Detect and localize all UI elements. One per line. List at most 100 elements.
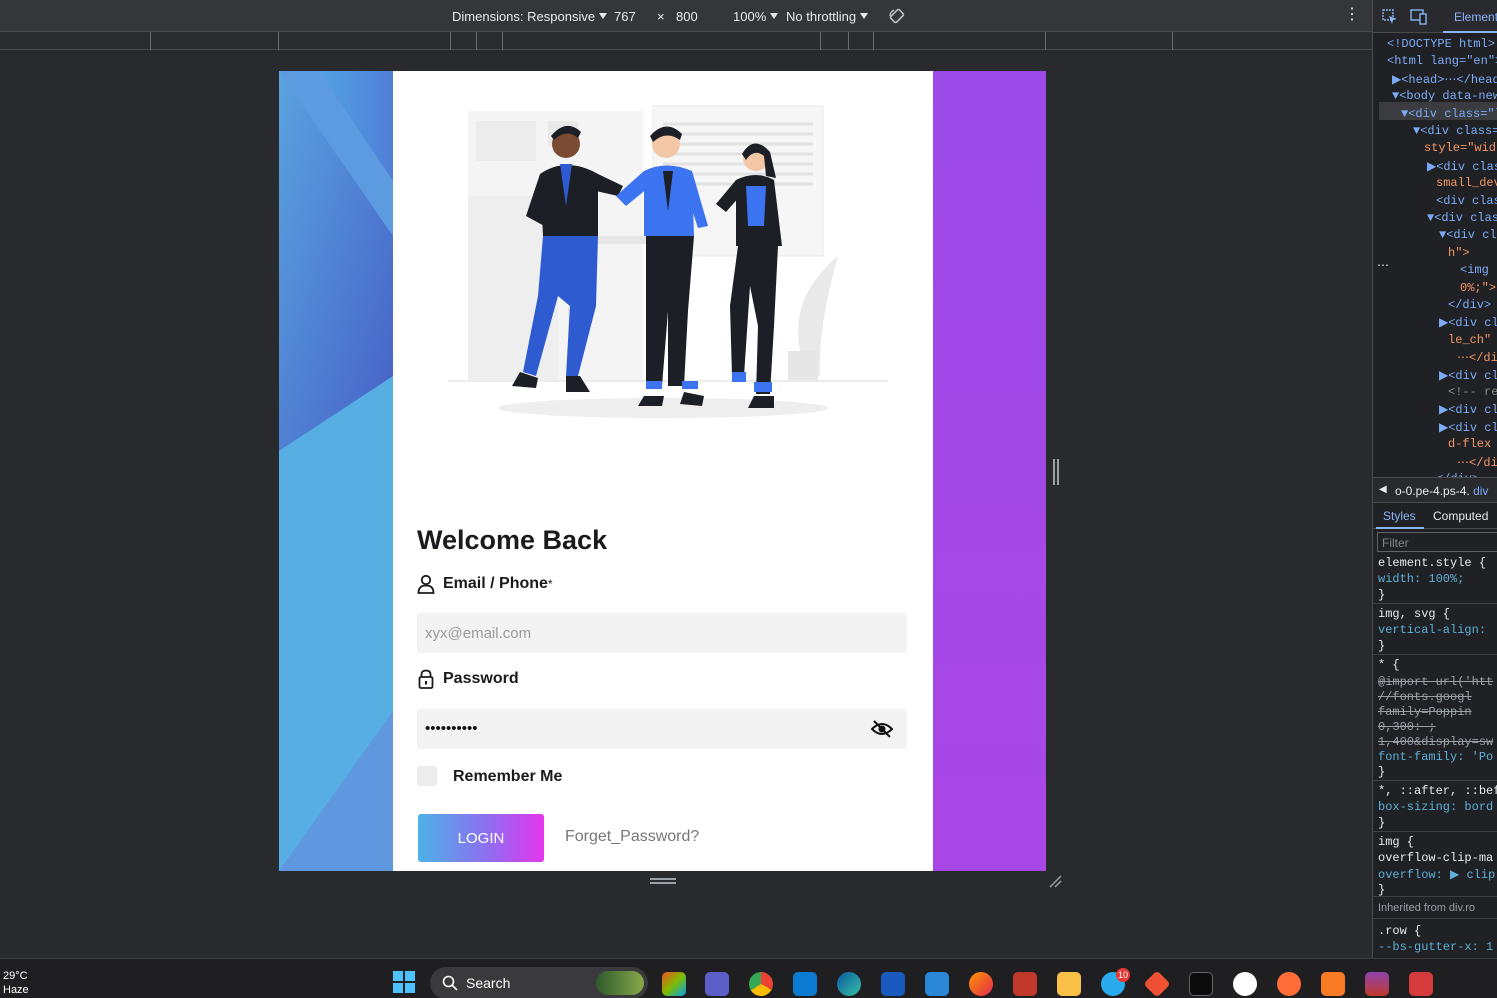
dom-node-line[interactable]: small_devi xyxy=(1436,176,1497,190)
git-icon[interactable] xyxy=(1143,970,1171,998)
css-rule-line[interactable]: --bs-gutter-x: 1 xyxy=(1378,940,1493,954)
css-rule-line[interactable]: box-sizing: bord xyxy=(1378,800,1493,814)
dom-node-line[interactable]: <!-- res xyxy=(1448,385,1497,399)
width-input[interactable]: 767 xyxy=(614,9,636,24)
resize-handle-right[interactable] xyxy=(1053,459,1059,485)
taskbar: 29°C Haze Search 10 xyxy=(0,958,1497,998)
css-rule-line[interactable]: * { xyxy=(1378,658,1400,672)
dom-node-line[interactable]: ⋯</div xyxy=(1457,350,1497,365)
dom-node-line[interactable]: style="widt xyxy=(1424,141,1497,155)
zoom-dropdown[interactable]: 100% xyxy=(733,9,779,24)
app-icon[interactable] xyxy=(1013,972,1037,996)
teams-icon[interactable] xyxy=(705,972,729,996)
css-rule-line[interactable]: } xyxy=(1378,765,1385,779)
dom-node-line[interactable]: ⋯</div xyxy=(1457,455,1497,470)
more-options-icon[interactable]: ⋮ xyxy=(1344,7,1360,23)
css-rule-line[interactable]: font-family: 'Po xyxy=(1378,750,1493,764)
css-rule-line[interactable]: } xyxy=(1378,639,1385,653)
tab-styles[interactable]: Styles xyxy=(1383,509,1416,523)
dom-node-line[interactable]: ▼<div cla xyxy=(1439,228,1497,242)
dom-node-line[interactable]: <div class xyxy=(1436,194,1497,208)
dom-node-line[interactable]: ▼<div class="l xyxy=(1401,107,1497,121)
remember-me-checkbox[interactable] xyxy=(417,766,437,786)
required-mark: * xyxy=(547,577,553,591)
dom-node-line[interactable]: <img s xyxy=(1460,263,1497,277)
forgot-password-link[interactable]: Forget_Password? xyxy=(565,828,699,846)
css-rule-line[interactable]: } xyxy=(1378,588,1385,602)
firefox-icon[interactable] xyxy=(969,972,993,996)
resize-corner-icon[interactable] xyxy=(1048,874,1062,888)
login-button[interactable]: LOGIN xyxy=(418,814,544,862)
xampp-icon[interactable] xyxy=(1321,972,1345,996)
remember-me-label[interactable]: Remember Me xyxy=(453,768,562,786)
css-rule-line[interactable]: 0,300: ; xyxy=(1378,720,1436,734)
tab-elements[interactable]: Elements xyxy=(1454,10,1497,24)
css-rule-line[interactable]: } xyxy=(1378,883,1385,897)
dom-node-line[interactable]: ▶<head>⋯</head> xyxy=(1392,72,1497,87)
css-rule-line[interactable]: vertical-align: xyxy=(1378,623,1486,637)
dom-node-line[interactable]: ▼<div class= xyxy=(1413,124,1497,138)
password-input[interactable]: •••••••••• xyxy=(417,709,907,749)
dom-node-line[interactable]: <html lang="en"> xyxy=(1387,54,1497,68)
copilot-icon[interactable] xyxy=(662,972,686,996)
cmd-icon[interactable] xyxy=(1189,972,1213,996)
rotate-icon[interactable] xyxy=(888,7,906,25)
resize-handle-bottom[interactable] xyxy=(650,878,676,884)
breadcrumb-item[interactable]: o-0.pe-4.ps-4. div xyxy=(1395,484,1488,498)
css-rule-line[interactable]: img { xyxy=(1378,835,1414,849)
dom-node-line[interactable]: ▶<div cla xyxy=(1439,402,1497,417)
css-rule-line[interactable]: //fonts.googl xyxy=(1378,690,1472,704)
dom-node-line[interactable]: 0%;"> xyxy=(1460,281,1496,295)
dom-node-line[interactable]: ▼<body data-new- xyxy=(1392,89,1497,103)
css-rule-line[interactable]: element.style { xyxy=(1378,556,1486,570)
dom-node-line[interactable]: d-flex a xyxy=(1448,437,1497,451)
word-icon[interactable] xyxy=(881,972,905,996)
vscode-icon[interactable] xyxy=(793,972,817,996)
file-explorer-icon[interactable] xyxy=(1057,972,1081,996)
throttling-dropdown[interactable]: No throttling xyxy=(786,9,869,24)
snipping-icon[interactable] xyxy=(1409,972,1433,996)
dom-node-line[interactable]: le_ch" s xyxy=(1448,333,1497,347)
ellipsis-icon[interactable]: ⋯ xyxy=(1377,258,1389,273)
windows-start-icon[interactable] xyxy=(393,971,415,993)
dom-node-line[interactable]: <!DOCTYPE html> xyxy=(1387,37,1495,51)
dom-node-line[interactable]: h"> xyxy=(1448,246,1470,260)
height-input[interactable]: 800 xyxy=(676,9,698,24)
mongodb-icon[interactable] xyxy=(1233,972,1257,996)
ruler-tick xyxy=(502,32,503,50)
css-rule-line[interactable]: overflow: ▶ clip xyxy=(1378,867,1495,882)
chrome-icon[interactable] xyxy=(749,972,773,996)
tab-computed[interactable]: Computed xyxy=(1433,509,1488,523)
css-rule-line[interactable]: Inherited from div.ro xyxy=(1378,902,1475,914)
email-input[interactable] xyxy=(417,613,907,653)
dom-node-line[interactable]: ▶<div cla xyxy=(1439,315,1497,330)
css-rule-line[interactable]: *, ::after, ::befo xyxy=(1378,784,1497,798)
team-illustration xyxy=(448,105,888,418)
dom-node-line[interactable]: </div> xyxy=(1448,298,1491,312)
dimensions-label: Dimensions: Responsive xyxy=(452,9,596,24)
dom-node-line[interactable]: ▶<div cla xyxy=(1439,368,1497,383)
postman-icon[interactable] xyxy=(1277,972,1301,996)
dom-node-line[interactable]: ▼<div class xyxy=(1427,211,1497,225)
weather-widget[interactable]: 29°C Haze xyxy=(3,969,29,997)
taskbar-search[interactable]: Search xyxy=(430,967,648,998)
css-rule-line[interactable]: .row { xyxy=(1378,924,1421,938)
device-toolbar-icon[interactable] xyxy=(1410,9,1428,25)
dimensions-dropdown[interactable]: Dimensions: Responsive xyxy=(452,9,608,24)
css-rule-line[interactable]: @import url('htt xyxy=(1378,675,1493,689)
winrar-icon[interactable] xyxy=(1365,972,1389,996)
css-rule-line[interactable]: overflow-clip-ma xyxy=(1378,851,1493,865)
styles-filter-input[interactable]: Filter xyxy=(1377,532,1497,552)
dom-node-line[interactable]: ▶<div cla xyxy=(1439,420,1497,435)
css-rule-line[interactable]: img, svg { xyxy=(1378,607,1450,621)
css-rule-line[interactable]: family=Poppin xyxy=(1378,705,1472,719)
css-rule-line[interactable]: width: 100%; xyxy=(1378,572,1464,586)
dom-node-line[interactable]: ▶<div class xyxy=(1427,159,1497,174)
edge-icon[interactable] xyxy=(837,972,861,996)
remote-app-icon[interactable] xyxy=(925,972,949,996)
css-rule-line[interactable]: } xyxy=(1378,816,1385,830)
css-rule-line[interactable]: 1,400&display=sw xyxy=(1378,735,1493,749)
inspect-element-icon[interactable] xyxy=(1382,9,1398,25)
chevron-left-icon[interactable]: ◀ xyxy=(1379,484,1387,496)
eye-off-icon[interactable] xyxy=(871,719,893,739)
